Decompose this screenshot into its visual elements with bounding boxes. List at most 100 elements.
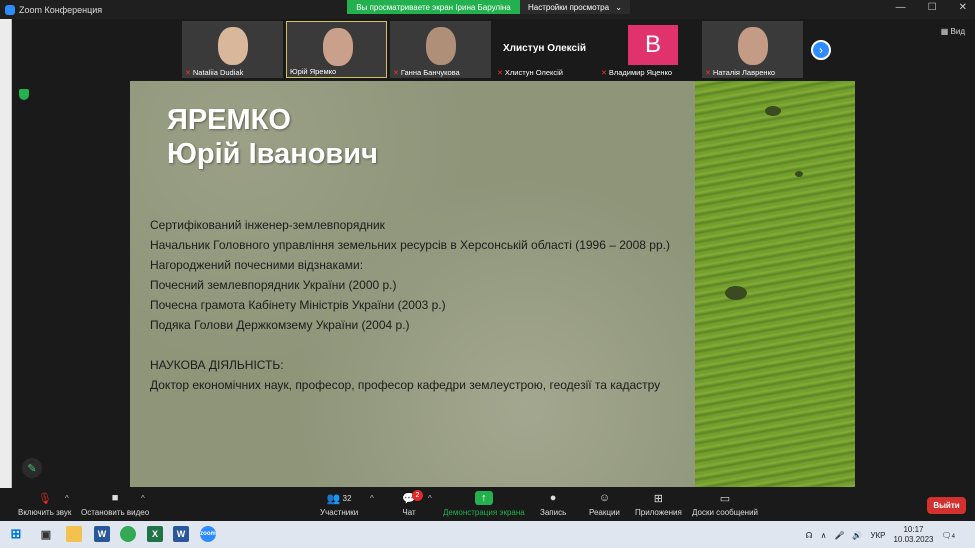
system-tray: ☊ ∧ 🎤 🔊 УКР 10:17 10.03.2023 🗨4 — [805, 525, 955, 545]
zoom-logo-icon — [5, 4, 15, 15]
slide-title-line2: Юрій Іванович — [167, 138, 378, 170]
view-settings-button[interactable]: Настройки просмотра ⌄ — [520, 0, 630, 14]
whiteboard-icon: ▭ — [719, 492, 731, 505]
slide-title: ЯРЕМКО Юрій Іванович — [167, 103, 378, 171]
participant-tile[interactable]: ✕ Ганна Банчукова — [390, 21, 491, 78]
language-indicator[interactable]: УКР — [870, 531, 885, 540]
reactions-button[interactable]: ☺ Реакции — [589, 491, 620, 517]
participant-avatar: В — [628, 25, 678, 65]
view-settings-label: Настройки просмотра — [528, 2, 610, 12]
file-explorer-icon[interactable] — [66, 526, 82, 542]
whiteboards-button[interactable]: ▭ Доски сообщений — [692, 491, 759, 518]
chat-label: Чат — [402, 508, 416, 517]
participants-label: Участники — [320, 508, 359, 517]
share-banner: Вы просматриваете экран Ірина Баруліна — [347, 0, 520, 14]
participant-strip: ✕ Nataliia Dudiak Юрій Яремко ✕ Ганна Банч… — [182, 21, 803, 78]
minimize-icon[interactable]: — — [896, 2, 906, 13]
people-icon[interactable]: ☊ — [805, 531, 812, 540]
participant-name: Юрій Яремко — [290, 67, 337, 76]
slide-body: Сертифікований інженер-землевпорядник На… — [150, 219, 680, 399]
record-icon: ● — [549, 492, 557, 504]
pen-icon: ✎ — [27, 462, 37, 475]
participant-video — [738, 27, 768, 65]
participant-name: Наталія Лавренко — [712, 68, 776, 77]
unmute-button[interactable]: 🎙 Включить звук — [18, 491, 72, 518]
clock-time: 10:17 — [903, 525, 924, 534]
chrome-icon[interactable] — [120, 526, 136, 542]
mic-muted-icon: ✕ — [497, 69, 503, 77]
video-camera-icon: ■ — [111, 492, 119, 504]
slide-line: Почесний землевпорядник України (2000 р.… — [150, 278, 397, 292]
video-options-caret[interactable]: ^ — [141, 494, 145, 503]
meeting-toolbar: 🎙 Включить звук ^ ■ Остановить видео ^ 👥… — [0, 488, 975, 521]
apps-icon: ⊞ — [653, 492, 664, 505]
mic-muted-icon: ✕ — [601, 69, 607, 77]
participant-name: Владимир Яценко — [608, 68, 673, 77]
share-screen-button[interactable]: ↑ Демонстрация экрана — [443, 491, 525, 517]
word-icon-2[interactable]: W — [173, 526, 189, 542]
audio-options-caret[interactable]: ^ — [65, 494, 69, 503]
window-title: Zoom Конференция — [19, 4, 103, 15]
volume-icon[interactable]: 🔊 — [852, 531, 862, 540]
slide-line: Нагороджений почесними відзнаками: — [150, 258, 364, 272]
windows-taskbar: ⊞ ▣ W X W zoom ☊ ∧ 🎤 🔊 УКР 10:17 10.03.2… — [0, 521, 975, 548]
participants-button[interactable]: 👥 32 Участники — [320, 491, 359, 518]
security-shield-icon[interactable] — [19, 89, 29, 100]
participants-count: 32 — [342, 493, 352, 503]
reactions-icon: ☺ — [598, 492, 611, 504]
window-controls: — ☐ ✕ — [896, 2, 967, 13]
chat-unread-badge: 2 — [412, 490, 423, 501]
slide-title-line1: ЯРЕМКО — [167, 104, 291, 136]
share-screen-label: Демонстрация экрана — [443, 508, 525, 517]
clock[interactable]: 10:17 10.03.2023 — [893, 525, 933, 545]
notifications-count: 4 — [951, 533, 955, 540]
task-view-icon[interactable]: ▣ — [38, 526, 54, 542]
microphone-icon[interactable]: 🎤 — [834, 531, 844, 540]
participant-big-name: Хлистун Олексій — [502, 43, 587, 54]
word-icon[interactable]: W — [94, 526, 110, 542]
chevron-up-icon[interactable]: ∧ — [821, 531, 827, 540]
participant-tile[interactable]: ✕ Nataliia Dudiak — [182, 21, 283, 78]
whiteboards-label: Доски сообщений — [692, 508, 759, 517]
unmute-label: Включить звук — [18, 508, 72, 517]
maximize-icon[interactable]: ☐ — [928, 2, 937, 13]
view-button[interactable]: ▦ Вид — [941, 27, 965, 36]
record-button[interactable]: ● Запись — [540, 491, 566, 517]
participant-name: Хлистун Олексій — [504, 68, 563, 77]
leave-button[interactable]: Выйти — [927, 497, 966, 514]
next-page-button[interactable]: › — [811, 40, 831, 60]
participant-tile[interactable]: Юрій Яремко — [286, 21, 387, 78]
slide-section-heading: НАУКОВА ДІЯЛЬНІСТЬ: — [150, 358, 284, 372]
excel-icon[interactable]: X — [147, 526, 163, 542]
windows-start-icon[interactable]: ⊞ — [8, 526, 24, 542]
participant-tile[interactable]: В ✕ Владимир Яценко — [598, 21, 699, 78]
slide-line: Почесна грамота Кабінету Міністрів Украї… — [150, 298, 446, 312]
apps-button[interactable]: ⊞ Приложения — [635, 491, 682, 518]
close-icon[interactable]: ✕ — [959, 2, 967, 13]
participant-name: Nataliia Dudiak — [192, 68, 244, 77]
annotate-pen-button[interactable]: ✎ — [22, 458, 42, 478]
participant-video — [426, 27, 456, 65]
participant-tile[interactable]: Хлистун Олексій ✕ Хлистун Олексій — [494, 21, 595, 78]
zoom-taskbar-icon[interactable]: zoom — [200, 526, 216, 542]
share-screen-icon: ↑ — [474, 491, 493, 505]
view-label: Вид — [950, 27, 965, 36]
chat-options-caret[interactable]: ^ — [428, 494, 432, 503]
slide-line: Подяка Голови Держкомзему України (2004 … — [150, 318, 410, 332]
chevron-right-icon: › — [819, 43, 823, 57]
participants-options-caret[interactable]: ^ — [370, 494, 374, 503]
reactions-label: Реакции — [589, 508, 620, 517]
stop-video-button[interactable]: ■ Остановить видео — [81, 491, 149, 517]
slide-section-text: Доктор економічних наук, професор, профе… — [150, 378, 661, 392]
participant-name: Ганна Банчукова — [400, 68, 460, 77]
record-label: Запись — [540, 508, 567, 517]
app-title: Zoom Конференция — [0, 4, 103, 15]
slide-line: Сертифікований інженер-землевпорядник — [150, 218, 385, 232]
left-ruler-strip — [0, 19, 12, 519]
mic-muted-icon: ✕ — [705, 69, 711, 77]
chevron-down-icon: ⌄ — [615, 2, 622, 12]
field-photo — [695, 81, 855, 487]
notifications-icon[interactable]: 🗨4 — [942, 531, 956, 540]
participant-tile[interactable]: ✕ Наталія Лавренко — [702, 21, 803, 78]
mic-muted-icon: ✕ — [185, 69, 191, 77]
